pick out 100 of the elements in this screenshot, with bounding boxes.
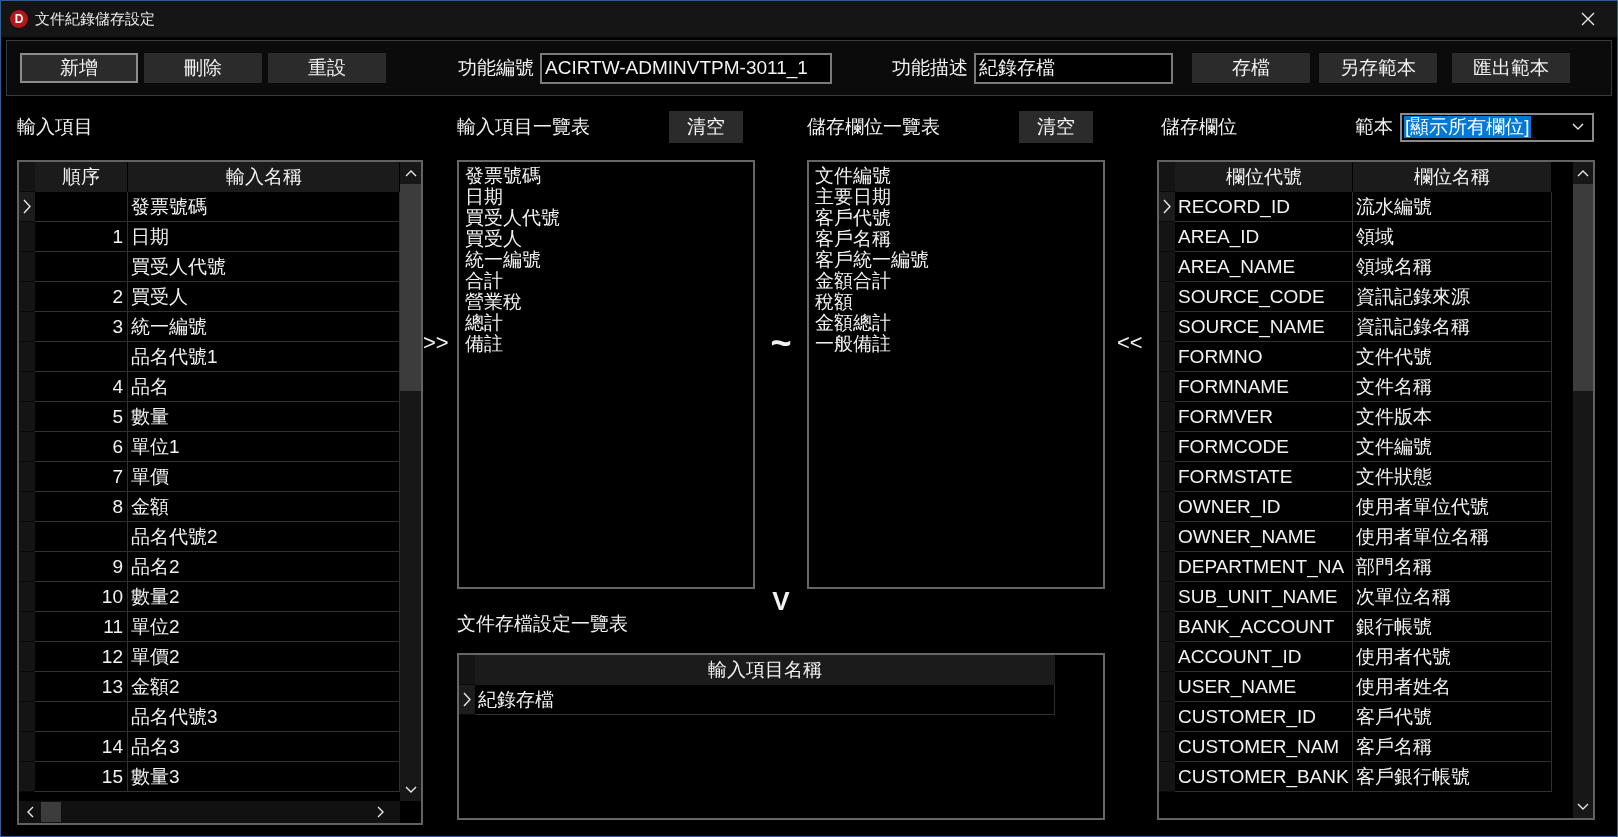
table-cell: FORMNO: [1175, 342, 1353, 372]
list-item[interactable]: 客戶代號: [815, 207, 1097, 228]
list-item[interactable]: 金額合計: [815, 270, 1097, 291]
list-item[interactable]: 備註: [465, 333, 747, 354]
list-item[interactable]: 統一編號: [465, 249, 747, 270]
table-cell: 8: [35, 492, 128, 522]
list-item[interactable]: 客戶名稱: [815, 228, 1097, 249]
scrollbar-thumb[interactable]: [41, 802, 61, 822]
clear-button[interactable]: 清空: [669, 111, 743, 143]
table-cell: 流水編號: [1353, 192, 1552, 222]
field-label: 功能編號: [458, 56, 534, 80]
table-cell: 客戶銀行帳號: [1353, 762, 1552, 792]
table-cell: 領域: [1353, 222, 1552, 252]
scroll-right-icon[interactable]: [377, 806, 385, 818]
table-cell: FORMNAME: [1175, 372, 1353, 402]
list-item[interactable]: 營業稅: [465, 291, 747, 312]
table-cell: 2: [35, 282, 128, 312]
table-cell: 7: [35, 462, 128, 492]
function-code-field[interactable]: ACIRTW-ADMINVTPM-3011_1: [540, 52, 832, 84]
move-down-button[interactable]: V: [772, 589, 790, 613]
scroll-up-icon[interactable]: [404, 169, 417, 177]
table-cell: 5: [35, 402, 128, 432]
table-cell: 買受人: [128, 282, 400, 312]
scroll-up-icon[interactable]: [1577, 169, 1589, 177]
table-cell: 使用者單位代號: [1353, 492, 1552, 522]
template-dropdown[interactable]: [顯示所有欄位]: [1400, 112, 1594, 142]
table-cell: CUSTOMER_NAM: [1175, 732, 1353, 762]
table-cell: 客戶名稱: [1353, 732, 1552, 762]
toolbar-button[interactable]: 新增: [20, 53, 138, 83]
table-cell: 統一編號: [128, 312, 400, 342]
table-cell: FORMVER: [1175, 402, 1353, 432]
section-title: 儲存欄位一覽表: [807, 115, 940, 139]
table-cell: 使用者姓名: [1353, 672, 1552, 702]
scrollbar-thumb[interactable]: [1573, 184, 1593, 391]
list-item[interactable]: 一般備註: [815, 333, 1097, 354]
list-item[interactable]: 文件編號: [815, 165, 1097, 186]
section-title: 文件存檔設定一覽表: [457, 612, 628, 636]
list-item[interactable]: 日期: [465, 186, 747, 207]
list-item[interactable]: 主要日期: [815, 186, 1097, 207]
list-item[interactable]: 發票號碼: [465, 165, 747, 186]
list-item[interactable]: 金額總計: [815, 312, 1097, 333]
row-indicator[interactable]: [1159, 192, 1175, 222]
list-item[interactable]: 總計: [465, 312, 747, 333]
table-cell: AREA_NAME: [1175, 252, 1353, 282]
table-cell: 3: [35, 312, 128, 342]
section-title: 輸入項目一覽表: [457, 115, 590, 139]
horizontal-scrollbar[interactable]: [19, 801, 400, 823]
function-description-field[interactable]: 紀錄存檔: [974, 52, 1173, 84]
table-cell: 14: [35, 732, 128, 762]
table-cell: RECORD_ID: [1175, 192, 1353, 222]
table-cell: 資訊記錄來源: [1353, 282, 1552, 312]
row-indicator[interactable]: [19, 192, 35, 222]
table-cell: 單價: [128, 462, 400, 492]
toolbar-button[interactable]: 刪除: [144, 53, 262, 83]
table-cell: 文件名稱: [1353, 372, 1552, 402]
table-cell: 9: [35, 552, 128, 582]
scrollbar-thumb[interactable]: [400, 184, 421, 391]
list-item[interactable]: 買受人代號: [465, 207, 747, 228]
table-cell: 領域名稱: [1353, 252, 1552, 282]
list-item[interactable]: 稅額: [815, 291, 1097, 312]
window-title: 文件紀錄儲存設定: [35, 9, 155, 29]
toolbar-button[interactable]: 匯出範本: [1452, 53, 1570, 83]
scroll-down-icon[interactable]: [1577, 803, 1589, 811]
app-logo: D: [10, 10, 28, 28]
list-item[interactable]: 客戶統一編號: [815, 249, 1097, 270]
clear-button[interactable]: 清空: [1019, 111, 1093, 143]
row-pointer-icon: [1163, 199, 1171, 214]
scroll-left-icon[interactable]: [26, 806, 34, 818]
table-cell: 日期: [128, 222, 400, 252]
move-right-button[interactable]: >>: [423, 330, 449, 356]
move-left-button[interactable]: <<: [1117, 330, 1143, 356]
table-cell: 文件版本: [1353, 402, 1552, 432]
table-cell: OWNER_ID: [1175, 492, 1353, 522]
table-cell: 10: [35, 582, 128, 612]
field-label: 範本: [1355, 115, 1393, 139]
table-cell: 發票號碼: [128, 192, 400, 222]
table-cell: 使用者代號: [1353, 642, 1552, 672]
vertical-scrollbar[interactable]: [400, 162, 421, 801]
vertical-scrollbar[interactable]: [1573, 162, 1593, 818]
chevron-down-icon[interactable]: [1572, 123, 1584, 131]
table-cell: 單位2: [128, 612, 400, 642]
column-header: 欄位代號: [1175, 162, 1353, 192]
table-cell: FORMCODE: [1175, 432, 1353, 462]
table-cell: 12: [35, 642, 128, 672]
table-cell: 單位1: [128, 432, 400, 462]
section-title: 儲存欄位: [1161, 115, 1237, 139]
row-indicator[interactable]: [459, 685, 475, 715]
table-cell: CUSTOMER_ID: [1175, 702, 1353, 732]
toolbar-button[interactable]: 另存範本: [1319, 53, 1437, 83]
toolbar-button[interactable]: 重設: [268, 53, 386, 83]
table-cell: 數量: [128, 402, 400, 432]
scroll-down-icon[interactable]: [404, 786, 417, 794]
table-cell: 15: [35, 762, 128, 792]
list-item[interactable]: 合計: [465, 270, 747, 291]
table-cell: 品名代號2: [128, 522, 400, 552]
section-title: 輸入項目: [17, 115, 93, 139]
table-cell: 11: [35, 612, 128, 642]
toolbar-button[interactable]: 存檔: [1192, 53, 1310, 83]
table-cell: 使用者單位名稱: [1353, 522, 1552, 552]
list-item[interactable]: 買受人: [465, 228, 747, 249]
